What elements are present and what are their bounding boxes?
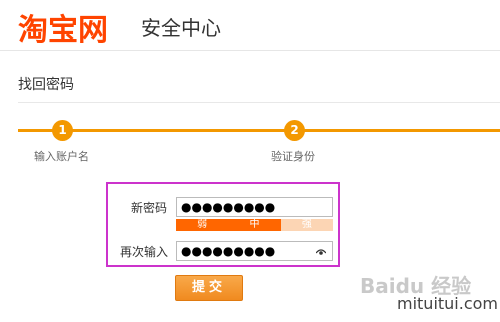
step-1-label: 输入账户名 (34, 150, 89, 163)
strength-medium: 中 (228, 219, 281, 231)
watermark-site: mituitui.com (397, 294, 499, 313)
new-password-label: 新密码 (131, 201, 168, 215)
title-divider (18, 102, 500, 103)
confirm-password-label: 再次输入 (120, 245, 169, 259)
step-2-label: 验证身份 (271, 150, 315, 163)
step-2-circle: 2 (284, 120, 305, 141)
strength-weak: 弱 (176, 219, 229, 231)
eye-icon[interactable] (316, 248, 326, 256)
page-title: 找回密码 (18, 77, 74, 93)
progress-line (18, 129, 500, 132)
submit-button[interactable]: 提交 (175, 275, 243, 301)
confirm-password-input[interactable]: ●●●●●●●●● (176, 241, 333, 261)
header-divider (0, 50, 500, 51)
strength-strong: 强 (280, 219, 333, 231)
header-title: 安全中心 (141, 16, 221, 40)
step-1-circle: 1 (52, 120, 73, 141)
taobao-logo[interactable]: 淘宝网 (18, 5, 108, 49)
header: 淘宝网 安全中心 (0, 0, 500, 50)
password-strength-meter: 弱 中 强 (176, 219, 333, 231)
new-password-input[interactable]: ●●●●●●●●● (176, 197, 333, 217)
